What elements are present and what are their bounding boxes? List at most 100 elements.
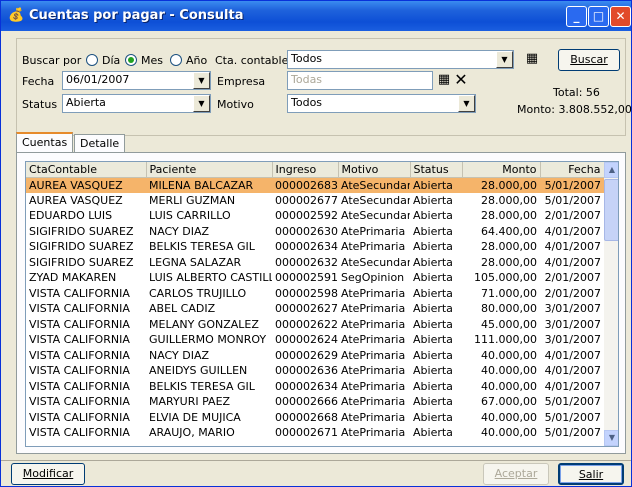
table-cell: 5/01/2007 xyxy=(544,426,601,440)
table-cell: Abierta xyxy=(413,271,453,285)
table-cell: 2/01/2007 xyxy=(544,209,601,223)
table-cell: AteSecundaria xyxy=(341,255,410,269)
table-row[interactable]: VISTA CALIFORNIA ABEL CADIZ 000002627 AtePr… xyxy=(26,301,604,317)
table-row[interactable]: VISTA CALIFORNIA ARAUJO, MARIO 000002671 At… xyxy=(26,425,604,441)
table-cell: 40.000,00 xyxy=(481,426,537,440)
table-row[interactable]: AUREA VASQUEZ MILENA BALCAZAR 000002683 Ate… xyxy=(26,177,604,193)
table-cell: 5/01/2007 xyxy=(544,410,601,424)
table-row[interactable]: VISTA CALIFORNIA NACY DIAZ 000002629 AtePri… xyxy=(26,348,604,364)
table-cell: 111.000,00 xyxy=(474,333,537,347)
table-row[interactable]: VISTA CALIFORNIA BELKIS TERESA GIL 0000026… xyxy=(26,379,604,395)
table-cell: ELVIA DE MUJICA xyxy=(149,410,241,424)
cta-contable-select[interactable]: Todos xyxy=(287,50,514,69)
chevron-down-icon[interactable]: ▼ xyxy=(458,95,475,112)
divider xyxy=(1,460,631,461)
table-cell: 40.000,00 xyxy=(481,364,537,378)
table-cell: ARAUJO, MARIO xyxy=(149,426,235,440)
table-row[interactable]: EDUARDO LUIS LUIS CARRILLO 000002592 AteSec… xyxy=(26,208,604,224)
close-button[interactable]: ✕ xyxy=(610,6,631,27)
table-cell: AtePrimaria xyxy=(341,410,406,424)
cuentas-panel: CtaContable Paciente Ingreso Motivo Stat… xyxy=(16,152,626,454)
scroll-up-icon[interactable]: ▲ xyxy=(604,162,618,178)
table-cell: 80.000,00 xyxy=(481,302,537,316)
column-header[interactable]: Ingreso xyxy=(272,162,339,178)
table-row[interactable]: ZYAD MAKAREN LUIS ALBERTO CASTILLO 0000025… xyxy=(26,270,604,286)
column-header[interactable]: Monto xyxy=(462,162,541,178)
column-header[interactable]: Fecha xyxy=(540,162,605,178)
table-cell: 000002624 xyxy=(275,333,338,347)
table-row[interactable]: VISTA CALIFORNIA MELANY GONZALEZ 000002622… xyxy=(26,317,604,333)
empresa-label: Empresa xyxy=(217,75,266,88)
scroll-down-icon[interactable]: ▼ xyxy=(604,430,618,446)
salir-button-label: Salir xyxy=(578,468,604,481)
table-row[interactable]: SIGIFRIDO SUAREZ LEGNA SALAZAR 000002632 At… xyxy=(26,255,604,271)
table-cell: NACY DIAZ xyxy=(149,348,210,362)
clear-icon[interactable]: ✕ xyxy=(451,70,471,90)
tab-cuentas[interactable]: Cuentas xyxy=(16,132,74,152)
table-cell: VISTA CALIFORNIA xyxy=(29,348,130,362)
table-cell: 000002630 xyxy=(275,224,338,238)
radio-mes[interactable] xyxy=(125,54,137,66)
money-bag-icon: 💰 xyxy=(8,8,25,23)
table-cell: 28.000,00 xyxy=(481,193,537,207)
column-header[interactable]: CtaContable xyxy=(26,162,147,178)
modificar-button[interactable]: Modificar xyxy=(11,463,85,485)
table-cell: Abierta xyxy=(413,348,453,362)
table-cell: AtePrimaria xyxy=(341,317,406,331)
table-cell: Abierta xyxy=(413,379,453,393)
buscar-button-label: Buscar xyxy=(570,53,608,66)
scroll-thumb[interactable] xyxy=(604,179,618,241)
table-row[interactable]: VISTA CALIFORNIA CARLOS TRUJILLO 000002598… xyxy=(26,286,604,302)
table-cell: 000002622 xyxy=(275,317,338,331)
minimize-button[interactable]: _ xyxy=(566,6,587,27)
table-row[interactable]: VISTA CALIFORNIA GUILLERMO MONROY 00000262… xyxy=(26,332,604,348)
radio-dia[interactable] xyxy=(86,54,98,66)
table-cell: 4/01/2007 xyxy=(544,379,601,393)
chevron-down-icon[interactable]: ▼ xyxy=(496,51,513,68)
table-cell: 4/01/2007 xyxy=(544,255,601,269)
table-cell: 4/01/2007 xyxy=(544,240,601,254)
column-header[interactable]: Paciente xyxy=(146,162,273,178)
table-cell: Abierta xyxy=(413,317,453,331)
table-row[interactable]: VISTA CALIFORNIA MARYURI PAEZ 000002666 Ate… xyxy=(26,394,604,410)
grid-lookup-icon[interactable]: ▦ xyxy=(522,49,542,69)
table-row[interactable]: VISTA CALIFORNIA ANEIDYS GUILLEN 000002636… xyxy=(26,363,604,379)
table-cell: BELKIS TERESA GIL xyxy=(149,379,255,393)
maximize-button[interactable]: □ xyxy=(588,6,609,27)
status-select[interactable]: Abierta xyxy=(62,94,211,113)
table-cell: NACY DIAZ xyxy=(149,224,210,238)
salir-button[interactable]: Salir xyxy=(558,463,624,485)
table-row[interactable]: AUREA VASQUEZ MERLI GUZMAN 000002677 AteSec… xyxy=(26,193,604,209)
table-cell: VISTA CALIFORNIA xyxy=(29,286,130,300)
motivo-select[interactable]: Todos xyxy=(287,94,476,113)
table-cell: VISTA CALIFORNIA xyxy=(29,317,130,331)
table-cell: 000002668 xyxy=(275,410,338,424)
table-row[interactable]: SIGIFRIDO SUAREZ NACY DIAZ 000002630 AtePri… xyxy=(26,224,604,240)
chevron-down-icon[interactable]: ▼ xyxy=(193,95,210,112)
table-cell: VISTA CALIFORNIA xyxy=(29,379,130,393)
table-row[interactable]: VISTA CALIFORNIA ELVIA DE MUJICA 000002668… xyxy=(26,410,604,426)
table-cell: 3/01/2007 xyxy=(544,302,601,316)
table-cell: AteSecundaria xyxy=(341,209,410,223)
column-header[interactable]: Status xyxy=(410,162,463,178)
fecha-field[interactable]: 06/01/2007 xyxy=(62,71,211,90)
aceptar-button[interactable]: Aceptar xyxy=(483,463,549,485)
chevron-down-icon[interactable]: ▼ xyxy=(193,72,210,89)
radio-ano[interactable] xyxy=(170,54,182,66)
vertical-scrollbar[interactable]: ▲ ▼ xyxy=(604,162,618,446)
tab-detalle[interactable]: Detalle xyxy=(74,134,126,153)
empresa-field[interactable]: Todas xyxy=(287,71,433,90)
table-cell: 71.000,00 xyxy=(481,286,537,300)
table-cell: 40.000,00 xyxy=(481,348,537,362)
buscar-button[interactable]: Buscar xyxy=(558,49,620,71)
table-cell: 67.000,00 xyxy=(481,395,537,409)
radio-mes-label: Mes xyxy=(141,54,163,67)
table-cell: 64.400,00 xyxy=(481,224,537,238)
column-header[interactable]: Motivo xyxy=(338,162,411,178)
title-bar[interactable]: 💰 Cuentas por pagar - Consulta _ □ ✕ xyxy=(1,1,631,31)
table-cell: 000002632 xyxy=(275,255,338,269)
table-cell: 000002683 xyxy=(272,177,338,193)
table-row[interactable]: SIGIFRIDO SUAREZ BELKIS TERESA GIL 0000026… xyxy=(26,239,604,255)
table-cell: 000002634 xyxy=(275,240,338,254)
table-cell: AteSecundaria xyxy=(338,177,410,193)
